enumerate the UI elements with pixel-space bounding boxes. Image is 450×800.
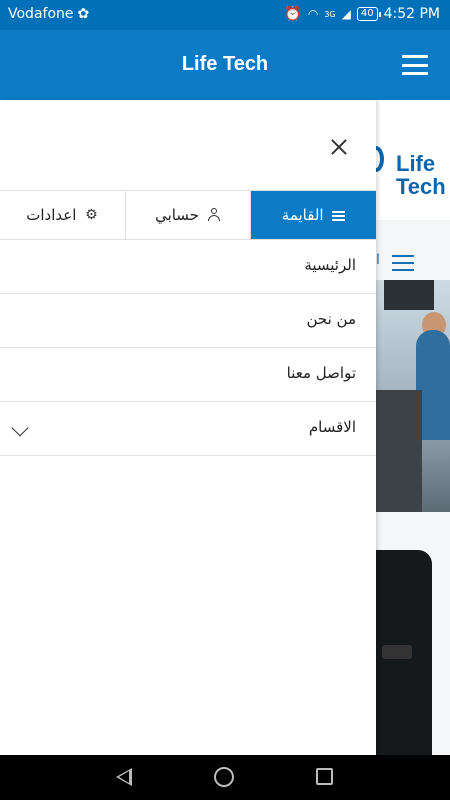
menu-lines-icon [331,208,346,222]
menu-item-home[interactable]: الرئيسية [0,240,376,294]
menu-item-label: تواصل معنا [286,364,356,382]
carrier-name: Vodafone [8,6,74,22]
background-banner-image [376,280,450,512]
app-title: Life Tech [181,53,269,75]
app-bar: Life Tech [0,30,450,100]
banner-appliance [384,280,434,310]
tab-settings[interactable]: ⚙ اعدادات [0,191,125,239]
hamburger-line [402,55,428,58]
menu-item-contact[interactable]: تواصل معنا [0,348,376,402]
user-icon [207,208,221,222]
back-icon[interactable] [116,768,132,786]
background-nav-text: ا [376,252,380,268]
logo-ring-icon [376,146,384,172]
alarm-icon: ⏰ [284,6,302,22]
background-page: Life Tech ا [376,100,450,755]
home-icon[interactable] [214,767,234,787]
recent-apps-icon[interactable] [316,768,333,785]
tab-account[interactable]: حسابي [124,191,251,239]
gear-icon: ⚙ [85,207,98,223]
background-logo-text: Life Tech [396,151,446,199]
banner-washer [376,390,422,512]
background-nav: ا [376,220,450,280]
system-nav-bar [0,755,450,800]
drawer-menu-list: الرئيسية من نحن تواصل معنا الاقسام [0,240,376,456]
background-phone-image [376,550,432,755]
phone-camera [382,645,412,659]
chevron-down-icon[interactable] [11,419,29,437]
wifi-icon: ◠ [307,7,319,21]
status-left: Vodafone ✿ [8,6,89,22]
menu-item-label: الاقسام [308,418,356,436]
tab-label: القايمة [281,206,324,224]
network-type: 3G [324,9,336,19]
menu-item-about[interactable]: من نحن [0,294,376,348]
menu-item-label: من نحن [306,310,357,328]
hamburger-line [402,72,428,75]
tab-menu[interactable]: القايمة [250,191,377,239]
hamburger-line [402,63,428,67]
tab-label: اعدادات [26,206,77,224]
navigation-drawer: ⚙ اعدادات حسابي القايمة الرئيسية من نحن … [0,100,377,755]
background-logo: Life Tech [376,100,450,220]
close-icon[interactable] [328,136,350,158]
signal-icon: ◢ [341,7,351,21]
menu-item-categories[interactable]: الاقسام [0,402,376,456]
drawer-tabs: ⚙ اعدادات حسابي القايمة [0,190,377,240]
status-time: 4:52 PM [383,6,440,22]
status-right: ⏰ ◠ 3G ◢ 40 4:52 PM [284,6,440,22]
battery-icon: 40 [356,7,381,21]
tab-label: حسابي [155,206,199,224]
background-menu-icon [392,255,414,271]
hamburger-menu-button[interactable] [402,55,428,75]
status-bar: Vodafone ✿ ⏰ ◠ 3G ◢ 40 4:52 PM [0,0,450,30]
menu-item-label: الرئيسية [304,256,356,274]
settings-badge-icon: ✿ [77,6,90,22]
